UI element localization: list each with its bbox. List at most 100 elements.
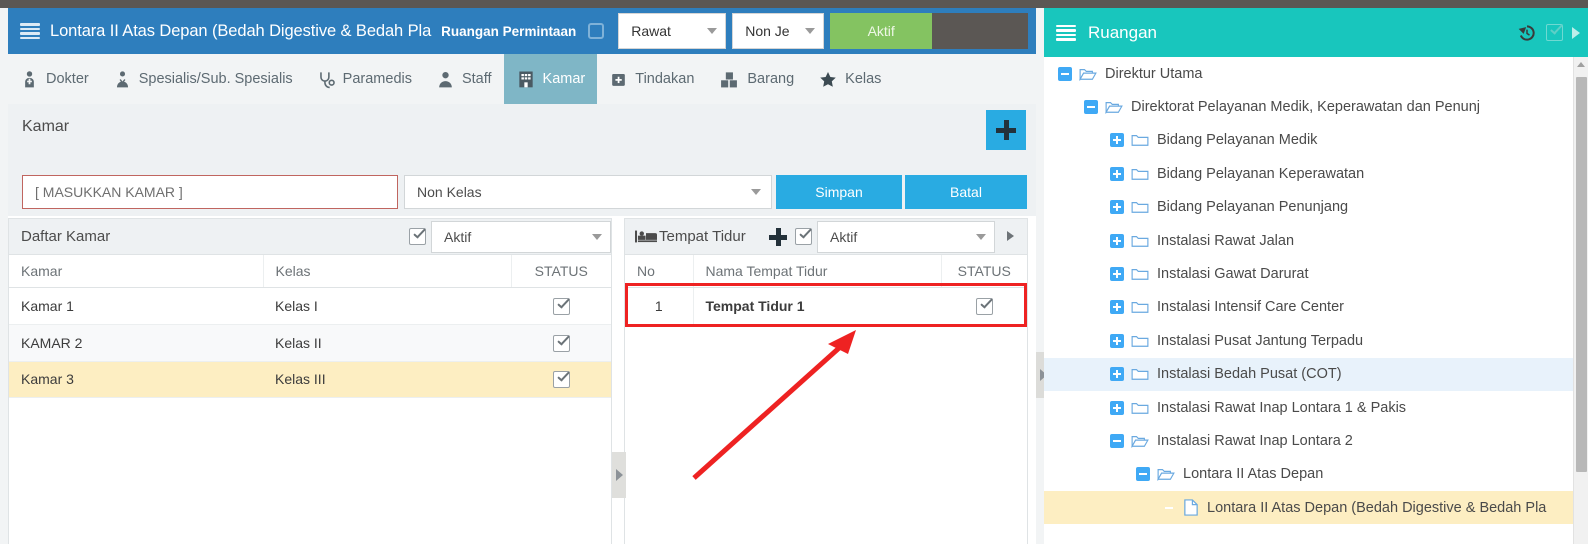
folder-closed-icon	[1131, 402, 1149, 414]
tab-tindakan[interactable]: Tindakan	[597, 54, 706, 104]
expand-toggle-icon[interactable]	[1110, 367, 1124, 382]
tab-spesialis[interactable]: Spesialis/Sub. Spesialis	[101, 54, 305, 104]
expand-toggle-icon[interactable]	[1110, 400, 1124, 415]
expand-toggle-icon[interactable]	[1110, 300, 1124, 315]
cell-kelas: Kelas I	[263, 287, 511, 325]
folder-open-icon	[1105, 102, 1123, 115]
tab-paramedis[interactable]: Paramedis	[305, 54, 424, 104]
kamar-grid: Daftar Kamar Aktif Kamar Kelas STATUS Ka…	[8, 218, 612, 544]
tree-node-instalasi-bedah-pusat[interactable]: Instalasi Bedah Pusat (COT)	[1044, 357, 1588, 391]
tree-node-direktur-utama[interactable]: Direktur Utama	[1044, 57, 1588, 90]
scroll-up-arrow-icon[interactable]	[1577, 62, 1585, 67]
boxes-icon	[721, 71, 738, 87]
expand-toggle-icon[interactable]	[1110, 200, 1124, 215]
service-select[interactable]: Non Je	[732, 13, 825, 49]
tempat-tidur-status-filter-value: Aktif	[830, 229, 858, 245]
table-header-row: Kamar Kelas STATUS	[9, 255, 611, 288]
chevron-down-icon	[976, 234, 986, 240]
expand-toggle-icon[interactable]	[1110, 166, 1124, 181]
app-root: Lontara II Atas Depan (Bedah Digestive &…	[0, 0, 1588, 544]
ruangan-permintaan-checkbox[interactable]	[588, 23, 605, 39]
tree-node-label: Bidang Pelayanan Medik	[1157, 132, 1318, 149]
bed-icon	[635, 230, 657, 243]
collapse-toggle-icon[interactable]	[1136, 467, 1150, 482]
expand-toggle-icon[interactable]	[1110, 333, 1124, 348]
cell-kamar: KAMAR 2	[9, 324, 263, 362]
kamar-status-filter-select[interactable]: Aktif	[431, 221, 611, 253]
tree-node-instalasi-pusat-jantung-terpadu[interactable]: Instalasi Pusat Jantung Terpadu	[1044, 324, 1588, 357]
col-kelas: Kelas	[262, 255, 511, 288]
no-toggle-placeholder	[1162, 501, 1176, 515]
tempat-tidur-select-all-checkbox[interactable]	[795, 228, 812, 245]
col-status: STATUS	[510, 255, 611, 288]
tree-node-label: Instalasi Bedah Pusat (COT)	[1157, 366, 1342, 383]
tree-node-instalasi-intensif-care-center[interactable]: Instalasi Intensif Care Center	[1044, 291, 1588, 324]
folder-closed-icon	[1131, 168, 1149, 180]
tempat-tidur-status-filter-select[interactable]: Aktif	[817, 221, 995, 253]
folder-closed-icon	[1131, 302, 1149, 314]
expand-toggle-icon[interactable]	[1110, 233, 1124, 248]
check-icon[interactable]	[1546, 24, 1563, 41]
tab-label: Tindakan	[635, 71, 695, 87]
hamburger-menu-icon[interactable]	[1056, 24, 1076, 41]
tree-panel-title: Ruangan	[1088, 22, 1158, 42]
kamar-grid-select-all-checkbox[interactable]	[409, 228, 426, 245]
tree-node-instalasi-rawat-jalan[interactable]: Instalasi Rawat Jalan	[1044, 224, 1588, 257]
kamar-table: Kamar Kelas STATUS Kamar 1 Kelas I KAMAR…	[9, 255, 611, 399]
add-tempat-tidur-button[interactable]	[769, 228, 787, 246]
tab-dokter[interactable]: Dokter	[8, 54, 101, 104]
star-icon	[820, 71, 836, 87]
folder-open-icon	[1157, 469, 1175, 482]
care-type-select[interactable]: Rawat	[618, 13, 727, 49]
expand-toggle-icon[interactable]	[1110, 267, 1124, 282]
collapse-handle-middle[interactable]	[612, 452, 626, 498]
add-kamar-button[interactable]	[986, 110, 1026, 150]
kamar-name-input[interactable]: [ MASUKKAN KAMAR ]	[22, 175, 398, 209]
expand-toggle-icon[interactable]	[1110, 133, 1124, 148]
tree-node-instalasi-rawat-inap-lontara-1-pakis[interactable]: Instalasi Rawat Inap Lontara 1 & Pakis	[1044, 391, 1588, 424]
tree-node-direktorat-pelayanan[interactable]: Direktorat Pelayanan Medik, Keperawatan …	[1044, 90, 1588, 123]
col-no: No	[625, 255, 693, 288]
tree-node-lontara-ii-atas-depan-bedah-digestive[interactable]: Lontara II Atas Depan (Bedah Digestive &…	[1044, 491, 1588, 525]
history-undo-icon[interactable]	[1517, 23, 1537, 43]
collapse-toggle-icon[interactable]	[1084, 100, 1098, 115]
kelas-select[interactable]: Non Kelas	[404, 175, 772, 209]
tab-barang[interactable]: Barang	[706, 54, 806, 104]
tree-node-instalasi-gawat-darurat[interactable]: Instalasi Gawat Darurat	[1044, 257, 1588, 290]
tab-kamar[interactable]: Kamar	[503, 54, 598, 104]
tree-scrollbar-thumb[interactable]	[1576, 77, 1587, 472]
table-row[interactable]: KAMAR 2 Kelas II	[9, 324, 611, 362]
tree-node-bidang-pelayanan-penunjang[interactable]: Bidang Pelayanan Penunjang	[1044, 191, 1588, 224]
hamburger-menu-icon[interactable]	[20, 23, 40, 39]
chevron-down-icon	[707, 28, 718, 34]
tree-node-bidang-pelayanan-keperawatan[interactable]: Bidang Pelayanan Keperawatan	[1044, 157, 1588, 190]
kamar-status-filter-value: Aktif	[444, 229, 472, 245]
tree-node-label: Direktur Utama	[1105, 65, 1203, 82]
status-active-button[interactable]: Aktif	[830, 13, 933, 49]
chevron-right-icon[interactable]	[1572, 26, 1580, 39]
tab-kelas[interactable]: Kelas	[806, 54, 893, 104]
chevron-right-icon[interactable]	[1007, 231, 1014, 241]
section-title: Kamar	[22, 118, 70, 135]
tree-node-instalasi-rawat-inap-lontara-2[interactable]: Instalasi Rawat Inap Lontara 2	[1044, 424, 1588, 457]
tree-node-lontara-ii-atas-depan[interactable]: Lontara II Atas Depan	[1044, 458, 1588, 491]
save-button[interactable]: Simpan	[776, 175, 902, 209]
collapse-toggle-icon[interactable]	[1058, 66, 1072, 81]
cell-no: 1	[625, 287, 693, 325]
cancel-button[interactable]: Batal	[905, 175, 1027, 209]
kelas-select-value: Non Kelas	[417, 184, 482, 200]
tree-node-label: Instalasi Rawat Inap Lontara 2	[1157, 432, 1353, 449]
table-row[interactable]: Kamar 1 Kelas I	[9, 287, 611, 325]
tab-staff[interactable]: Staff	[424, 54, 504, 104]
tree-node-bidang-pelayanan-medik[interactable]: Bidang Pelayanan Medik	[1044, 124, 1588, 157]
tree-node-label: Instalasi Rawat Inap Lontara 1 & Pakis	[1157, 399, 1407, 416]
collapse-toggle-icon[interactable]	[1110, 433, 1124, 448]
table-row[interactable]: Kamar 3 Kelas III	[9, 361, 611, 399]
tab-label: Dokter	[46, 71, 89, 87]
medical-kit-icon	[612, 73, 626, 86]
tree-scrollbar[interactable]	[1573, 57, 1588, 544]
tree-panel-header: Ruangan	[1044, 8, 1588, 57]
table-row[interactable]: 1 Tempat Tidur 1	[625, 287, 1027, 325]
check-icon	[552, 297, 570, 315]
stethoscope-icon	[319, 71, 335, 88]
